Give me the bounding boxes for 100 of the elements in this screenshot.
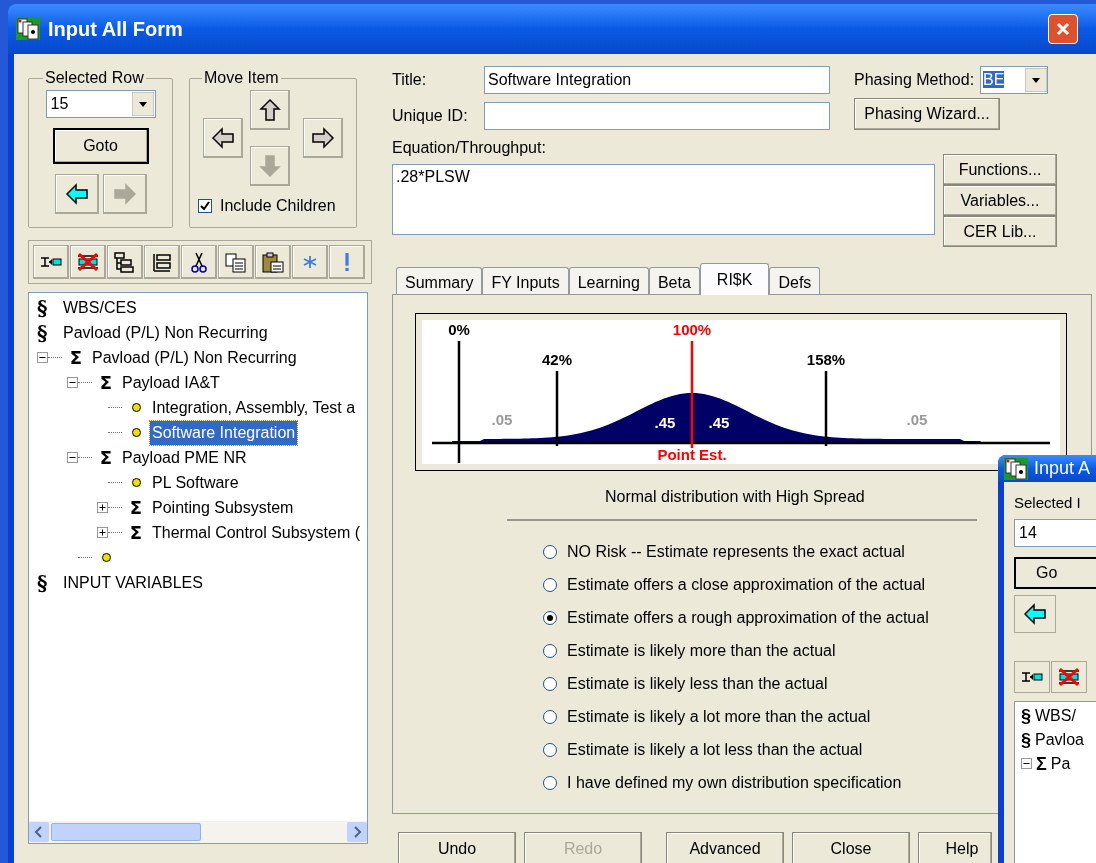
expand-icon[interactable] [97,527,108,538]
radio-label: I have defined my own distribution specification [567,772,902,793]
area-label: .05 [491,411,513,428]
marker-label: 100% [672,321,712,338]
footer-button[interactable]: Advanced [666,832,784,863]
sum-icon: Σ [122,498,150,517]
sum-icon: Σ [122,523,150,542]
tab[interactable]: Defs [769,267,821,295]
goto-button[interactable]: Goto [52,128,149,164]
tree-item[interactable]: Software Integration [150,420,298,445]
group-label: Selected Row [44,68,145,88]
collapse-icon[interactable] [37,352,48,363]
tree-item[interactable]: Integration, Assembly, Test a [150,395,358,420]
tree-item[interactable]: PL Software [150,470,241,495]
close-button[interactable] [1048,14,1078,44]
tree-item[interactable]: Pavload (P/L) Non Recurring [90,345,299,370]
side-button[interactable]: CER Lib... [943,216,1057,247]
radio-label: Estimate is likely a lot more than the actual [567,706,871,727]
unique-id-field[interactable] [484,102,830,130]
tab[interactable]: Learning [568,267,649,295]
area-label: .05 [906,411,928,428]
footer-button[interactable]: Help [918,832,992,863]
horizontal-scrollbar[interactable] [29,821,367,843]
tree-item[interactable]: Pavloa [1035,727,1084,752]
move-left-button[interactable] [203,118,243,158]
footer-button[interactable]: Undo [398,832,516,863]
move-up-button[interactable] [249,90,290,130]
section-icon: § [37,322,61,343]
move-right-button[interactable] [303,118,343,158]
toolbar-button[interactable] [70,245,106,279]
tree-item[interactable]: Pa [1050,751,1071,776]
window-title: Input A [1034,457,1091,480]
radio-button[interactable] [543,775,557,790]
toolbar-button[interactable] [255,245,291,279]
collapse-icon[interactable] [67,452,78,463]
collapse-icon[interactable] [1021,758,1032,769]
point-estimate-label: Point Est. [657,446,727,463]
exclamation-icon [345,253,349,271]
tree-item[interactable]: INPUT VARIABLES [61,570,205,595]
tab[interactable]: RI$K [699,263,770,295]
tree-icon [113,251,137,273]
radio-button[interactable] [543,709,557,724]
toolbar-button[interactable] [33,245,69,279]
dropdown-icon [131,92,154,116]
tab[interactable]: FY Inputs [482,267,569,295]
app-icon [1004,457,1028,480]
radio-label: Estimate is likely a lot less than the actual [567,739,863,760]
section-icon: § [37,297,61,318]
check-icon [200,201,210,211]
toolbar-button[interactable] [107,245,143,279]
down-arrow-icon [256,153,283,179]
collapse-icon[interactable] [67,377,78,388]
group-label: Move Item [203,68,280,88]
goto-button[interactable]: Go [1014,556,1096,589]
tree-item[interactable]: Thermal Control Subsystem ( [150,520,363,545]
previous-button[interactable] [1014,594,1056,633]
phasing-wizard-button[interactable]: Phasing Wizard... [854,98,1000,130]
app-icon [16,18,40,40]
toolbar-button[interactable] [181,245,217,279]
distribution-caption: Normal distribution with High Spread [605,487,865,507]
tree-item[interactable]: Pavload (P/L) Non Recurring [61,320,270,345]
radio-button[interactable] [543,643,557,658]
paste-icon [261,251,285,273]
sum-icon: Σ [92,373,120,392]
right-arrow-icon [111,181,138,207]
title-field[interactable]: Software Integration [484,66,830,94]
radio-button[interactable] [543,676,557,691]
group-label: Selected I [1014,493,1082,513]
tree-item[interactable]: Payload IA&T [120,370,222,395]
side-button[interactable]: Functions... [943,154,1057,185]
tree-item[interactable]: Pointing Subsystem [150,495,296,520]
sum-icon: Σ [92,448,120,467]
radio-button[interactable] [543,577,557,592]
scroll-thumb[interactable] [51,823,201,841]
tree-item[interactable]: WBS/ [1035,703,1076,728]
tab[interactable]: Beta [648,267,700,295]
radio-button[interactable] [543,742,557,757]
previous-button[interactable] [54,174,99,214]
row-dropdown[interactable]: 15 [45,90,156,118]
expand-icon[interactable] [97,502,108,513]
radio-button[interactable] [543,544,557,559]
radio-label: Estimate is likely less than the actual [567,673,828,694]
up-arrow-icon [256,97,283,123]
tree-item[interactable]: WBS/CES [61,295,139,320]
radio-label: Estimate offers a close approximation of the actual [567,574,926,595]
toolbar-button[interactable] [144,245,180,279]
field-label: Title: [392,70,428,90]
side-button[interactable]: Variables... [943,185,1057,216]
tab[interactable]: Summary [396,267,483,295]
radio-button[interactable] [543,610,557,625]
phasing-method-dropdown[interactable]: BE [980,66,1049,94]
equation-field[interactable]: .28*PLSW [392,164,935,235]
checkbox[interactable] [198,199,212,213]
section-icon: § [37,572,61,593]
footer-button[interactable]: Close [792,832,910,863]
asterisk-icon [303,255,317,269]
tree-item[interactable]: Payload PME NR [120,445,249,470]
field-label: Phasing Method: [854,70,975,90]
tree-icon-symbol: § [1021,730,1031,749]
row-dropdown[interactable]: 14 [1014,518,1096,547]
